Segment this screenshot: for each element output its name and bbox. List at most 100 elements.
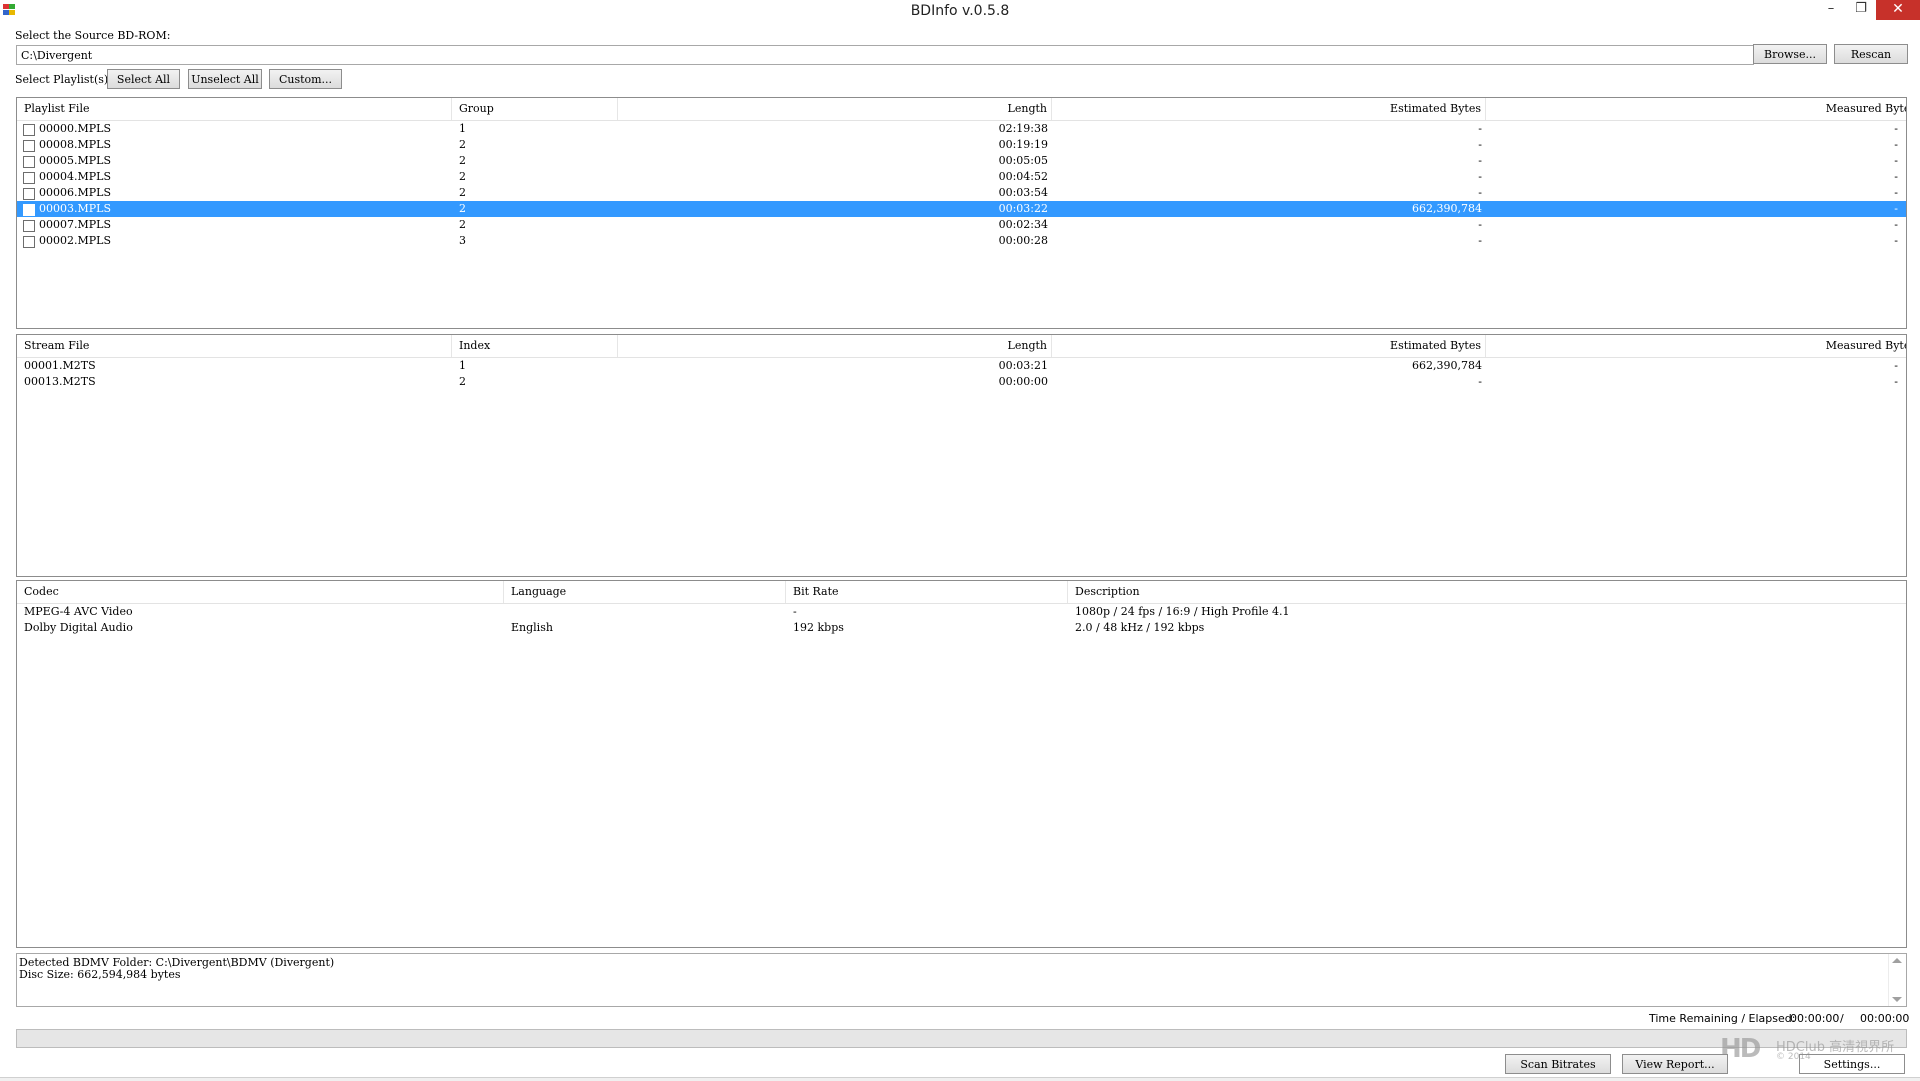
playlist-measured-bytes: -	[1894, 186, 1898, 199]
col-codec[interactable]: Codec	[17, 581, 504, 603]
codec-row[interactable]: Dolby Digital Audio English 192 kbps 2.0 / …	[17, 620, 1906, 636]
playlist-measured-bytes: -	[1894, 138, 1898, 151]
stream-estimated-bytes: 662,390,784	[1412, 359, 1482, 372]
playlist-length: 00:00:28	[998, 234, 1048, 247]
stream-row[interactable]: 00001.M2TS 1 00:03:21 662,390,784 -	[17, 358, 1906, 374]
col-description[interactable]: Description	[1068, 581, 1906, 603]
col-length[interactable]: Length	[618, 335, 1052, 357]
stream-measured-bytes: -	[1894, 375, 1898, 388]
playlist-estimated-bytes: -	[1478, 154, 1482, 167]
stream-estimated-bytes: -	[1478, 375, 1482, 388]
playlist-group: 2	[459, 170, 466, 183]
playlist-estimated-bytes: -	[1478, 234, 1482, 247]
playlist-measured-bytes: -	[1894, 202, 1898, 215]
scroll-down-icon[interactable]	[1892, 997, 1902, 1002]
status-line-size: Disc Size: 662,594,984 bytes	[19, 968, 181, 981]
playlist-checkbox[interactable]	[23, 188, 35, 200]
playlist-file: 00007.MPLS	[39, 218, 111, 231]
status-log[interactable]: Detected BDMV Folder: C:\Divergent\BDMV …	[16, 953, 1907, 1007]
select-all-button[interactable]: Select All	[107, 69, 180, 89]
playlist-row[interactable]: 00006.MPLS 2 00:03:54 - -	[17, 185, 1906, 201]
minimize-button[interactable]: –	[1816, 0, 1846, 20]
playlist-checkbox[interactable]	[23, 140, 35, 152]
playlist-measured-bytes: -	[1894, 234, 1898, 247]
stream-header: Stream File Index Length Estimated Bytes…	[17, 335, 1906, 358]
codec-language: English	[511, 621, 553, 634]
col-playlist-file[interactable]: Playlist File	[17, 98, 452, 120]
playlist-length: 02:19:38	[998, 122, 1048, 135]
codec-description: 2.0 / 48 kHz / 192 kbps	[1075, 621, 1205, 634]
playlist-row[interactable]: 00003.MPLS 2 00:03:22 662,390,784 -	[17, 201, 1906, 217]
playlist-measured-bytes: -	[1894, 218, 1898, 231]
playlist-row[interactable]: 00007.MPLS 2 00:02:34 - -	[17, 217, 1906, 233]
col-measured-bytes[interactable]: Measured Bytes	[1486, 335, 1906, 357]
playlist-checkbox[interactable]	[23, 236, 35, 248]
codec-bit-rate: -	[793, 605, 797, 618]
playlist-row[interactable]: 00002.MPLS 3 00:00:28 - -	[17, 233, 1906, 249]
stream-index: 2	[459, 375, 466, 388]
col-group[interactable]: Group	[452, 98, 618, 120]
stream-list[interactable]: Stream File Index Length Estimated Bytes…	[16, 334, 1907, 577]
view-report-button[interactable]: View Report...	[1622, 1054, 1728, 1074]
playlist-list[interactable]: Playlist File Group Length Estimated Byt…	[16, 97, 1907, 329]
settings-button[interactable]: Settings...	[1799, 1054, 1905, 1074]
playlist-row[interactable]: 00004.MPLS 2 00:04:52 - -	[17, 169, 1906, 185]
playlist-estimated-bytes: -	[1478, 218, 1482, 231]
playlist-group: 2	[459, 154, 466, 167]
codec-name: MPEG-4 AVC Video	[24, 605, 133, 618]
codec-row[interactable]: MPEG-4 AVC Video - 1080p / 24 fps / 16:9 /…	[17, 604, 1906, 620]
playlist-measured-bytes: -	[1894, 122, 1898, 135]
playlist-checkbox[interactable]	[23, 220, 35, 232]
playlist-group: 2	[459, 186, 466, 199]
status-scrollbar[interactable]	[1888, 954, 1906, 1006]
col-measured-bytes[interactable]: Measured Bytes	[1486, 98, 1906, 120]
stream-row[interactable]: 00013.M2TS 2 00:00:00 - -	[17, 374, 1906, 390]
col-index[interactable]: Index	[452, 335, 618, 357]
scroll-up-icon[interactable]	[1892, 958, 1902, 963]
playlist-row[interactable]: 00005.MPLS 2 00:05:05 - -	[17, 153, 1906, 169]
playlist-file: 00003.MPLS	[39, 202, 111, 215]
playlist-checkbox[interactable]	[23, 124, 35, 136]
col-language[interactable]: Language	[504, 581, 786, 603]
codec-bit-rate: 192 kbps	[793, 621, 844, 634]
playlist-row[interactable]: 00008.MPLS 2 00:19:19 - -	[17, 137, 1906, 153]
source-path-input[interactable]	[16, 45, 1754, 65]
col-estimated-bytes[interactable]: Estimated Bytes	[1052, 98, 1486, 120]
codec-header: Codec Language Bit Rate Description	[17, 581, 1906, 604]
playlist-group: 2	[459, 218, 466, 231]
playlist-file: 00008.MPLS	[39, 138, 111, 151]
time-separator: /	[1840, 1012, 1844, 1025]
col-estimated-bytes[interactable]: Estimated Bytes	[1052, 335, 1486, 357]
col-length[interactable]: Length	[618, 98, 1052, 120]
scan-bitrates-button[interactable]: Scan Bitrates	[1505, 1054, 1611, 1074]
playlist-estimated-bytes: 662,390,784	[1412, 202, 1482, 215]
playlist-estimated-bytes: -	[1478, 186, 1482, 199]
playlist-measured-bytes: -	[1894, 154, 1898, 167]
playlist-group: 1	[459, 122, 466, 135]
col-bit-rate[interactable]: Bit Rate	[786, 581, 1068, 603]
restore-button[interactable]: ❐	[1846, 0, 1876, 20]
window-title: BDInfo v.0.5.8	[910, 3, 1010, 19]
custom-button[interactable]: Custom...	[269, 69, 342, 89]
time-label: Time Remaining / Elapsed:	[1649, 1012, 1796, 1025]
col-stream-file[interactable]: Stream File	[17, 335, 452, 357]
playlist-checkbox[interactable]	[23, 156, 35, 168]
playlist-length: 00:05:05	[998, 154, 1048, 167]
browse-button[interactable]: Browse...	[1753, 44, 1827, 64]
playlist-checkbox[interactable]	[23, 172, 35, 184]
unselect-all-button[interactable]: Unselect All	[188, 69, 262, 89]
codec-list[interactable]: Codec Language Bit Rate Description MPEG…	[16, 580, 1907, 948]
playlist-length: 00:04:52	[998, 170, 1048, 183]
stream-file: 00001.M2TS	[24, 359, 96, 372]
close-button[interactable]: ✕	[1876, 0, 1920, 20]
playlist-row[interactable]: 00000.MPLS 1 02:19:38 - -	[17, 121, 1906, 137]
playlist-checkbox[interactable]	[23, 204, 35, 216]
time-elapsed: 00:00:00	[1860, 1012, 1910, 1025]
time-remaining: 00:00:00	[1790, 1012, 1840, 1025]
playlist-file: 00004.MPLS	[39, 170, 111, 183]
stream-file: 00013.M2TS	[24, 375, 96, 388]
stream-length: 00:03:21	[998, 359, 1048, 372]
playlist-estimated-bytes: -	[1478, 122, 1482, 135]
rescan-button[interactable]: Rescan	[1834, 44, 1908, 64]
codec-name: Dolby Digital Audio	[24, 621, 133, 634]
